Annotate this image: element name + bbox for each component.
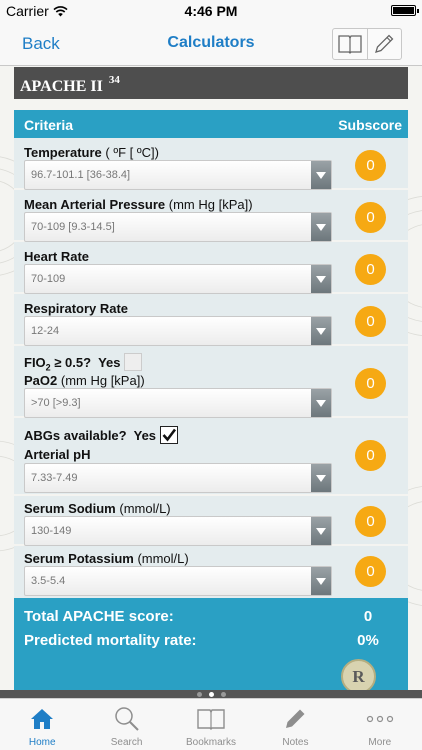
chevron-down-icon	[311, 265, 331, 293]
reference-button[interactable]: R	[341, 659, 376, 694]
table-row: Serum Sodium (mmol/L) 130-149 0	[14, 496, 408, 546]
map-select[interactable]: 70-109 [9.3-14.5]	[24, 212, 332, 242]
chevron-down-icon	[311, 464, 331, 492]
row-label: PaO2 (mm Hg [kPa])	[24, 373, 145, 388]
tab-bookmarks[interactable]: Bookmarks	[169, 699, 253, 750]
row-label: Heart Rate	[24, 249, 90, 264]
tab-home[interactable]: Home	[0, 699, 84, 750]
table-row: Temperature ( ºF [ ºC]) 96.7-101.1 [36-3…	[14, 138, 408, 190]
table-row: Heart Rate 70-109 0	[14, 242, 408, 294]
select-value: 12-24	[31, 325, 60, 337]
tab-label: Bookmarks	[186, 737, 237, 748]
row-label: Temperature ( ºF [ ºC])	[24, 145, 159, 160]
subscore-badge: 0	[355, 440, 386, 471]
total-score-label: Total APACHE score:	[24, 608, 174, 625]
abg-checkbox[interactable]	[160, 426, 179, 444]
page-dot-active[interactable]	[208, 691, 214, 697]
more-icon	[366, 705, 394, 733]
sodium-select[interactable]: 130-149	[24, 516, 332, 546]
select-value: 130-149	[31, 525, 72, 537]
home-icon	[29, 705, 55, 733]
chevron-down-icon	[311, 567, 331, 595]
chevron-down-icon	[311, 317, 331, 345]
chevron-down-icon	[311, 517, 331, 545]
heart-rate-select[interactable]: 70-109	[24, 264, 332, 294]
select-value: 7.33-7.49	[31, 472, 78, 484]
tab-label: Notes	[282, 737, 309, 748]
reference-number[interactable]: 34	[109, 74, 120, 86]
criteria-rows: Temperature ( ºF [ ºC]) 96.7-101.1 [36-3…	[14, 138, 408, 600]
select-value: 70-109 [9.3-14.5]	[31, 221, 115, 233]
tab-label: Search	[110, 737, 143, 748]
fio2-question: FIO2 ≥ 0.5? Yes	[24, 353, 143, 373]
select-value: 70-109	[31, 273, 66, 285]
pencil-icon	[282, 705, 308, 733]
tab-bar: Home Search Bookmarks Notes More	[0, 698, 422, 750]
tab-more[interactable]: More	[338, 699, 422, 750]
subscore-badge: 0	[355, 306, 386, 337]
navigation-bar: Back Calculators	[0, 22, 422, 66]
row-label: Serum Sodium (mmol/L)	[24, 501, 171, 516]
nav-action-group	[332, 28, 402, 60]
page-dot[interactable]	[196, 691, 202, 697]
row-label: Arterial pH	[24, 447, 91, 462]
pencil-icon	[375, 34, 394, 53]
abg-question: ABGs available? Yes	[24, 426, 179, 444]
subscore-badge: 0	[355, 202, 386, 233]
select-value: 96.7-101.1 [36-38.4]	[31, 169, 131, 181]
criteria-column-header: Criteria	[24, 117, 74, 133]
criteria-table-header: Criteria Subscore	[14, 110, 408, 138]
chevron-down-icon	[311, 161, 331, 189]
tab-label: Home	[28, 737, 56, 748]
chevron-down-icon	[311, 213, 331, 241]
page-dot[interactable]	[220, 691, 226, 697]
tab-notes[interactable]: Notes	[253, 699, 337, 750]
book-icon	[338, 35, 362, 54]
total-score-value: 0	[363, 608, 373, 625]
search-icon	[114, 705, 140, 733]
chevron-down-icon	[311, 389, 331, 417]
respiratory-rate-select[interactable]: 12-24	[24, 316, 332, 346]
pao2-select[interactable]: >70 [>9.3]	[24, 388, 332, 418]
status-bar: Carrier 4:46 PM	[0, 0, 422, 22]
page-indicator	[0, 690, 422, 698]
battery-icon	[391, 5, 419, 16]
subscore-badge: 0	[355, 368, 386, 399]
subscore-column-header: Subscore	[338, 117, 402, 133]
tab-search[interactable]: Search	[84, 699, 168, 750]
row-label: Mean Arterial Pressure (mm Hg [kPa])	[24, 197, 253, 212]
status-time: 4:46 PM	[184, 3, 238, 19]
arterial-ph-select[interactable]: 7.33-7.49	[24, 463, 332, 493]
note-button[interactable]	[366, 29, 402, 59]
select-value: 3.5-5.4	[31, 575, 66, 587]
table-row: Mean Arterial Pressure (mm Hg [kPa]) 70-…	[14, 190, 408, 242]
fio2-checkbox[interactable]	[124, 353, 143, 371]
calculator-title: APACHE II	[20, 78, 103, 95]
potassium-select[interactable]: 3.5-5.4	[24, 566, 332, 596]
table-row: FIO2 ≥ 0.5? Yes PaO2 (mm Hg [kPa]) >70 […	[14, 346, 408, 418]
table-row: Serum Potassium (mmol/L) 3.5-5.4 0	[14, 546, 408, 600]
mortality-value: 0%	[357, 632, 379, 649]
select-value: >70 [>9.3]	[31, 397, 81, 409]
book-icon	[196, 705, 226, 733]
subscore-badge: 0	[355, 556, 386, 587]
row-label: Serum Potassium (mmol/L)	[24, 551, 189, 566]
subscore-badge: 0	[355, 506, 386, 537]
tab-label: More	[368, 737, 392, 748]
temperature-select[interactable]: 96.7-101.1 [36-38.4]	[24, 160, 332, 190]
calculator-title-bar: APACHE II 34	[14, 67, 408, 99]
mortality-label: Predicted mortality rate:	[24, 632, 197, 649]
row-label: Respiratory Rate	[24, 301, 129, 316]
subscore-badge: 0	[355, 150, 386, 181]
bookmark-button[interactable]	[333, 29, 367, 59]
subscore-badge: 0	[355, 254, 386, 285]
table-row: Respiratory Rate 12-24 0	[14, 294, 408, 346]
checkmark-icon	[160, 426, 179, 444]
table-row: ABGs available? Yes Arterial pH 7.33-7.4…	[14, 418, 408, 496]
